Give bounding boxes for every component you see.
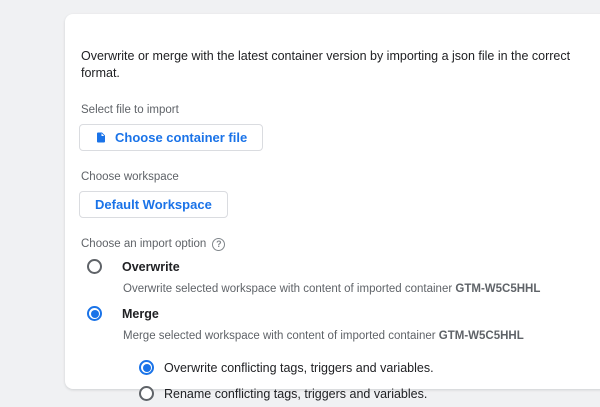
default-workspace-label: Default Workspace <box>95 197 212 212</box>
merge-sub-options: Overwrite conflicting tags, triggers and… <box>139 358 586 404</box>
help-icon[interactable]: ? <box>212 238 225 251</box>
overwrite-option-label: Overwrite <box>122 260 180 274</box>
overwrite-description-text: Overwrite selected workspace with conten… <box>123 283 455 295</box>
overwrite-conflicting-label: Overwrite conflicting tags, triggers and… <box>164 361 434 375</box>
import-intro-text: Overwrite or merge with the latest conta… <box>81 48 586 82</box>
overwrite-option-radio-row[interactable]: Overwrite <box>87 257 586 277</box>
merge-description-text: Merge selected workspace with content of… <box>123 330 439 342</box>
container-id: GTM-W5C5HHL <box>455 283 540 295</box>
merge-option-radio-row[interactable]: Merge <box>87 304 586 324</box>
choose-container-file-button[interactable]: Choose container file <box>79 124 263 151</box>
file-document-icon <box>95 130 107 145</box>
rename-conflicting-label: Rename conflicting tags, triggers and va… <box>164 387 427 401</box>
container-id: GTM-W5C5HHL <box>439 330 524 342</box>
file-section: Select file to import Choose container f… <box>81 104 586 151</box>
overwrite-conflicting-radio-row[interactable]: Overwrite conflicting tags, triggers and… <box>139 358 586 378</box>
import-option-label: Choose an import option <box>81 238 206 250</box>
import-container-panel: Overwrite or merge with the latest conta… <box>65 14 600 389</box>
import-option-section: Choose an import option ? Overwrite Over… <box>81 238 586 404</box>
workspace-section: Choose workspace Default Workspace <box>81 171 586 218</box>
radio-selected-icon[interactable] <box>87 306 102 321</box>
radio-unselected-icon[interactable] <box>87 259 102 274</box>
radio-unselected-icon[interactable] <box>139 386 154 401</box>
choose-container-file-label: Choose container file <box>115 130 247 145</box>
rename-conflicting-radio-row[interactable]: Rename conflicting tags, triggers and va… <box>139 384 586 404</box>
overwrite-option-description: Overwrite selected workspace with conten… <box>123 283 586 295</box>
merge-option-description: Merge selected workspace with content of… <box>123 330 586 342</box>
merge-option-label: Merge <box>122 307 159 321</box>
choose-workspace-label: Choose workspace <box>81 171 586 183</box>
select-file-label: Select file to import <box>81 104 586 116</box>
default-workspace-button[interactable]: Default Workspace <box>79 191 228 218</box>
radio-selected-icon[interactable] <box>139 360 154 375</box>
